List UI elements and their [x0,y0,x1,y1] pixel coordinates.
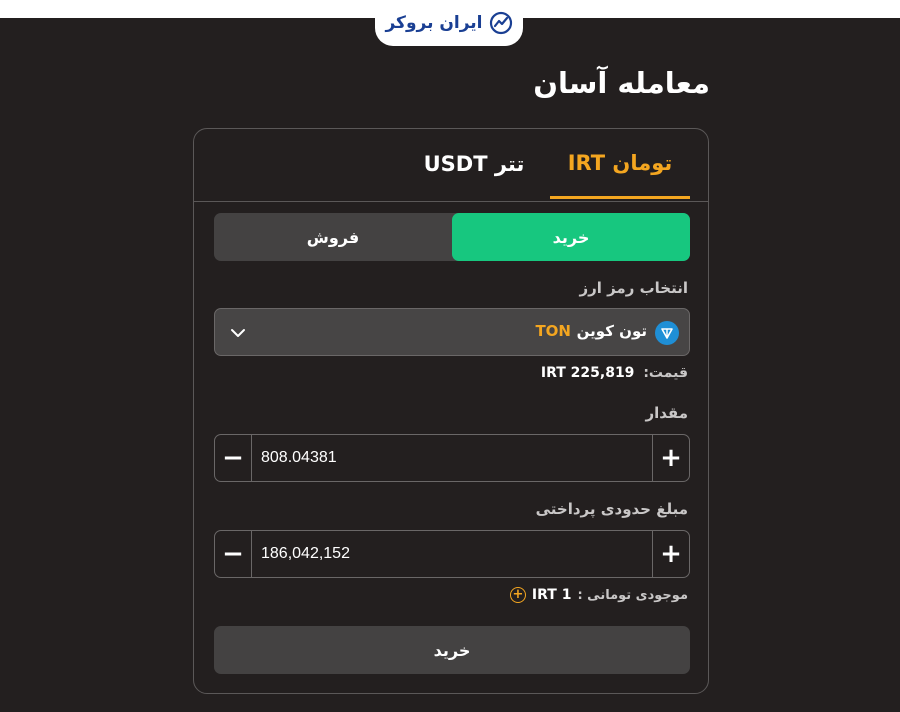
amount-input[interactable]: 808.04381 [261,435,337,481]
balance-display: موجودی تومانی : IRT 1 + [509,587,688,603]
payment-input[interactable]: 186,042,152 [261,531,350,577]
buy-sell-toggle: خرید فروش [214,213,690,261]
chevron-down-icon [229,324,247,342]
amount-increment-button[interactable]: + [652,435,689,481]
amount-field[interactable]: − 808.04381 + [214,434,690,482]
amount-decrement-button[interactable]: − [215,435,252,481]
price-value: IRT 225,819 [540,365,635,381]
payment-label: مبلغ حدودی پرداختی [535,500,688,518]
coin-select[interactable]: تون کوین TON [214,308,690,356]
trade-card: تومان IRT تتر USDT خرید فروش انتخاب رمز … [193,128,709,694]
sell-toggle-button[interactable]: فروش [214,213,452,261]
price-label: قیمت: [643,365,688,381]
currency-tabs: تومان IRT تتر USDT [194,129,708,202]
amount-label: مقدار [645,404,688,422]
coin-symbol: TON [535,322,571,340]
payment-decrement-button[interactable]: − [215,531,252,577]
payment-field[interactable]: − 186,042,152 + [214,530,690,578]
ton-coin-icon [655,321,679,345]
balance-label: موجودی تومانی : [577,587,688,603]
brand-logo[interactable]: ایران بروکر [375,0,523,46]
balance-value: IRT 1 [531,587,572,603]
brand-name: ایران بروکر [385,13,483,33]
add-balance-icon[interactable]: + [509,587,526,603]
price-display: قیمت: IRT 225,819 [541,365,688,381]
page-title: معامله آسان [533,66,710,100]
submit-buy-button[interactable]: خرید [214,626,690,674]
payment-increment-button[interactable]: + [652,531,689,577]
buy-toggle-button[interactable]: خرید [452,213,690,261]
chart-trend-icon [489,11,513,35]
tab-usdt[interactable]: تتر USDT [404,129,544,199]
coin-name: تون کوین [576,322,647,340]
coin-select-label: انتخاب رمز ارز [579,279,688,297]
tab-irt[interactable]: تومان IRT [550,129,690,199]
